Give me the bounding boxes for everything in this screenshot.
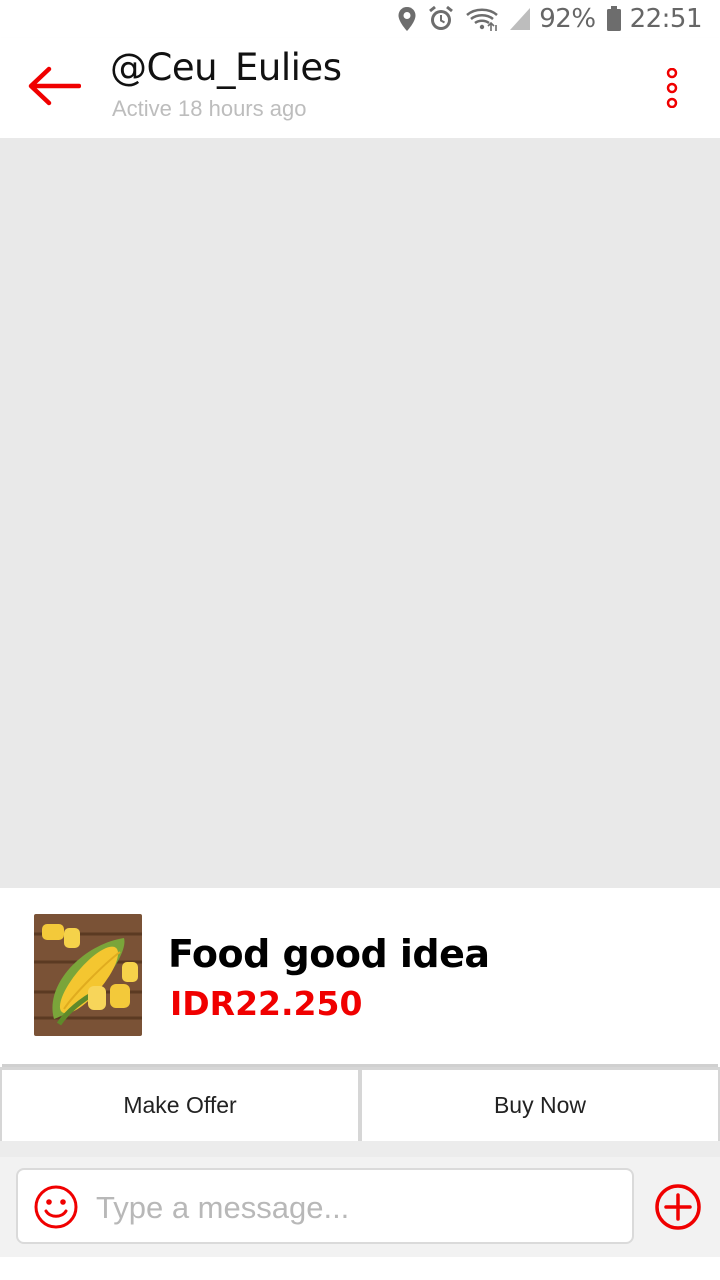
divider [0, 1141, 720, 1157]
battery-icon [606, 6, 622, 32]
clock: 22:51 [629, 4, 703, 34]
add-attachment-button[interactable] [654, 1183, 702, 1231]
plus-circle-icon [655, 1184, 701, 1230]
buy-now-button[interactable]: Buy Now [362, 1070, 718, 1141]
battery-percent: 92% [539, 4, 596, 34]
emoji-button[interactable] [33, 1184, 79, 1230]
chat-username[interactable]: @Ceu_Eulies [110, 46, 342, 89]
last-active-status: Active 18 hours ago [112, 96, 307, 121]
message-input-box[interactable] [16, 1168, 634, 1244]
product-price: IDR22.250 [170, 984, 363, 1023]
status-bar: 92% 22:51 [0, 0, 720, 38]
chat-messages-area[interactable] [0, 138, 720, 888]
arrow-left-icon [28, 66, 81, 106]
location-icon [397, 6, 417, 32]
product-card[interactable]: Food good idea IDR22.250 [2, 888, 718, 1067]
smiley-icon [34, 1185, 78, 1229]
bottom-strip [0, 1257, 720, 1280]
more-vertical-icon [666, 68, 678, 108]
message-input[interactable] [94, 1178, 618, 1238]
back-button[interactable] [24, 60, 84, 112]
product-image [34, 914, 142, 1036]
product-name: Food good idea [168, 932, 490, 976]
signal-icon [509, 7, 531, 31]
chat-header: @Ceu_Eulies Active 18 hours ago [0, 38, 720, 138]
alarm-icon [427, 5, 455, 33]
more-options-button[interactable] [652, 58, 692, 118]
message-composer [0, 1157, 720, 1257]
product-actions: Make Offer Buy Now [0, 1067, 720, 1141]
wifi-icon [465, 6, 499, 32]
make-offer-button[interactable]: Make Offer [2, 1070, 358, 1141]
